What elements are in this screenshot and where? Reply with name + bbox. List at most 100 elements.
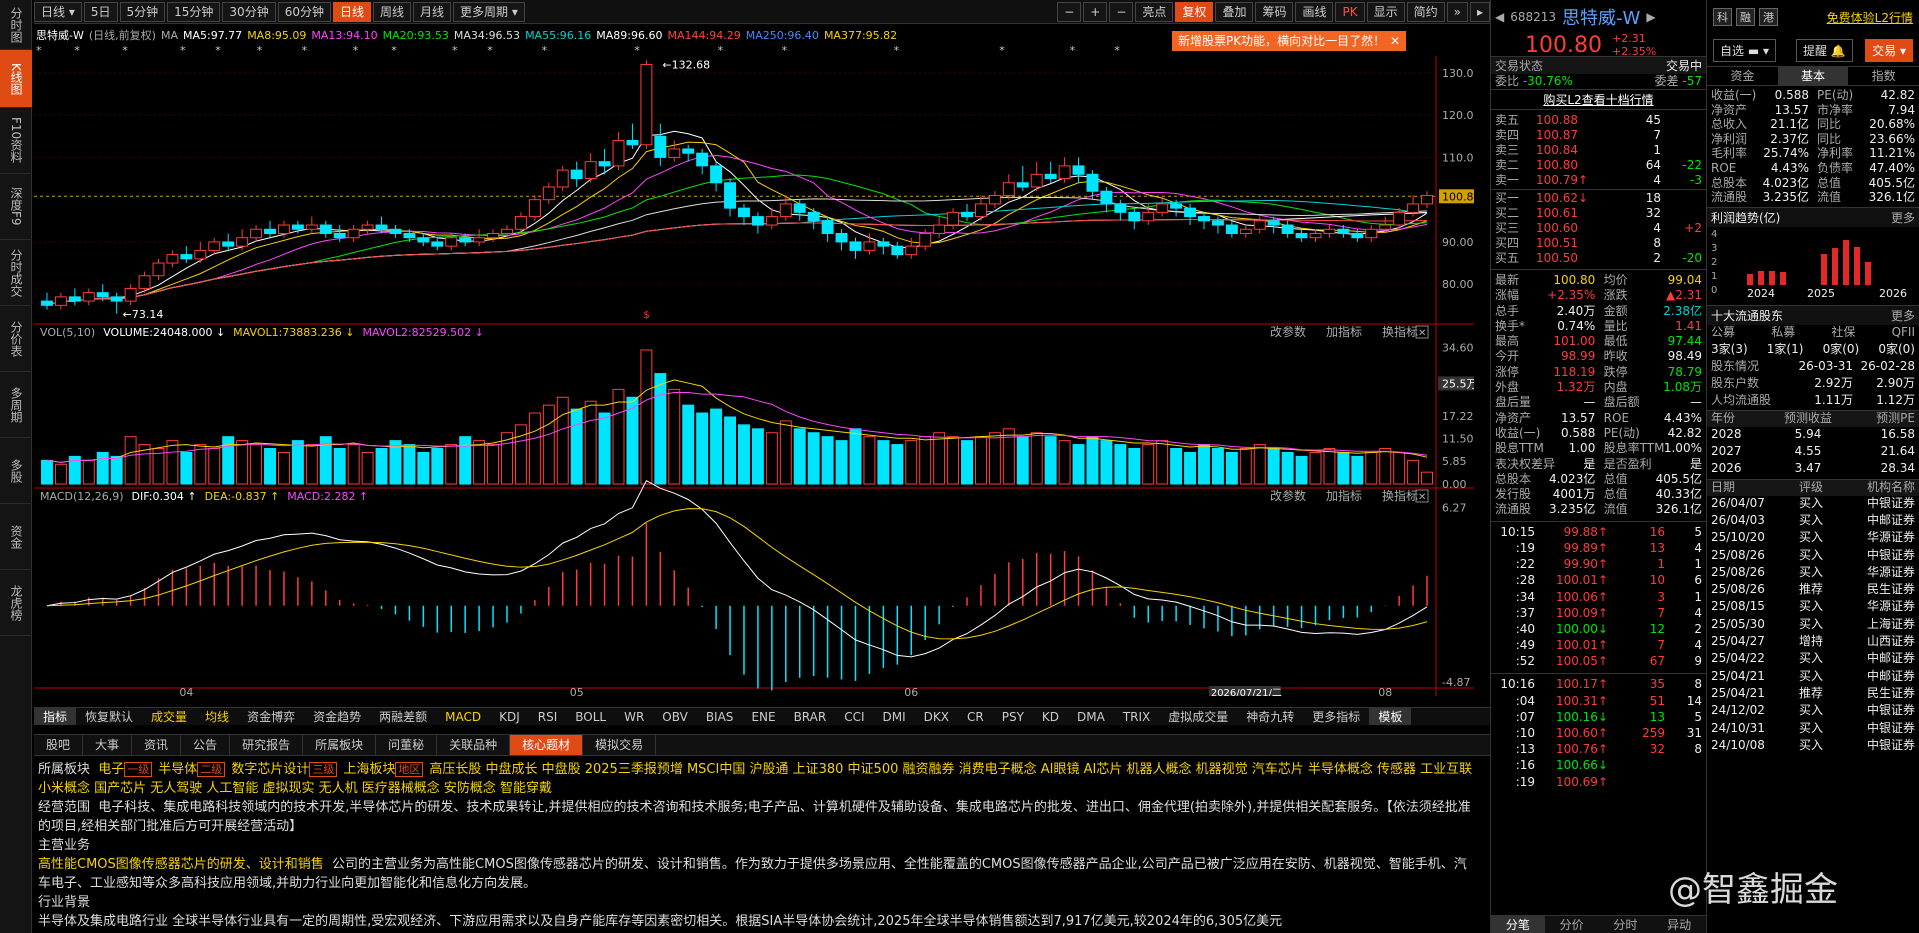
- ind-tab-12[interactable]: OBV: [653, 710, 697, 724]
- simple-button[interactable]: 简约: [1406, 1, 1445, 22]
- kline-chart[interactable]: 130.00 120.00 110.00 100.80 90.00 80.00 ←132.6…: [34, 56, 1481, 699]
- info-tab-8[interactable]: 核心题材: [510, 735, 584, 755]
- nav-0[interactable]: 分时图: [0, 0, 32, 50]
- vol-panel-buttons[interactable]: 改参数 加指标 换指标 ✕: [1270, 324, 1429, 339]
- buy-l2-link[interactable]: 购买L2查看十档行情: [1491, 89, 1706, 109]
- ind-tab-0[interactable]: 指标: [34, 708, 77, 725]
- ind-tab-9[interactable]: RSI: [529, 710, 567, 724]
- trade-button[interactable]: 交易 ▾: [1865, 38, 1913, 62]
- panel-btn[interactable]: 换指标: [1382, 488, 1418, 503]
- period-5min[interactable]: 5分钟: [119, 1, 166, 22]
- info-tab-9[interactable]: 模拟交易: [583, 735, 657, 755]
- info-tab-2[interactable]: 资讯: [132, 735, 182, 755]
- pk-tip-banner[interactable]: 新增股票PK功能，横向对比一目了然！ ✕: [1172, 31, 1406, 51]
- ind-tab-11[interactable]: WR: [615, 710, 653, 724]
- collapse-icon[interactable]: ▸: [1469, 1, 1490, 22]
- panel-btn[interactable]: 换指标: [1382, 324, 1418, 339]
- close-icon[interactable]: ✕: [1390, 31, 1400, 51]
- period-week[interactable]: 周线: [373, 1, 412, 22]
- ind-tab-2[interactable]: 成交量: [142, 708, 196, 725]
- ind-tab-24[interactable]: 虚拟成交量: [1159, 708, 1237, 725]
- ind-tab-4[interactable]: 资金博弈: [238, 708, 304, 725]
- overlay-button[interactable]: 叠加: [1215, 1, 1254, 22]
- badge-1[interactable]: 融: [1736, 8, 1755, 26]
- panel-btn[interactable]: 改参数: [1270, 324, 1306, 339]
- sector-name[interactable]: 数字芯片设计: [231, 762, 309, 777]
- period-day[interactable]: 日线: [332, 1, 371, 22]
- tick-tab-2[interactable]: 分时: [1599, 916, 1653, 933]
- nav-2[interactable]: F10资料: [0, 108, 32, 174]
- zoom-out-icon[interactable]: −: [1057, 1, 1082, 22]
- ind-tab-5[interactable]: 资金趋势: [304, 708, 370, 725]
- ind-tab-25[interactable]: 神奇九转: [1237, 708, 1303, 725]
- ind-tab-21[interactable]: KD: [1033, 710, 1068, 724]
- nav-6[interactable]: 多周期: [0, 372, 32, 438]
- ind-tab-27[interactable]: 模板: [1369, 708, 1412, 725]
- ind-tab-14[interactable]: ENE: [742, 710, 784, 724]
- ind-tab-3[interactable]: 均线: [196, 708, 238, 725]
- l2-trial-link[interactable]: 免费体验L2行情: [1827, 9, 1913, 26]
- period-select[interactable]: 日线 ▾: [34, 1, 82, 22]
- badge-0[interactable]: 科: [1713, 8, 1732, 26]
- nav-4[interactable]: 分时成交: [0, 240, 32, 306]
- macd-panel-buttons[interactable]: 改参数 加指标 换指标 ✕: [1270, 488, 1429, 503]
- ind-tab-16[interactable]: CCI: [835, 710, 873, 724]
- ind-tab-17[interactable]: DMI: [874, 710, 915, 724]
- period-60min[interactable]: 60分钟: [277, 1, 331, 22]
- highlight-button[interactable]: 亮点: [1135, 1, 1174, 22]
- panel-btn[interactable]: 加指标: [1326, 488, 1362, 503]
- period-15min[interactable]: 15分钟: [167, 1, 221, 22]
- minus-icon[interactable]: −: [1109, 1, 1134, 22]
- chips-button[interactable]: 筹码: [1255, 1, 1294, 22]
- pk-button[interactable]: PK: [1335, 1, 1365, 22]
- info-tab-7[interactable]: 关联品种: [437, 735, 511, 755]
- info-tab-5[interactable]: 所属板块: [303, 735, 377, 755]
- ind-tab-7[interactable]: MACD: [436, 710, 490, 724]
- rp2-tab-0[interactable]: 资金: [1707, 67, 1778, 85]
- ind-tab-6[interactable]: 两融差额: [370, 708, 436, 725]
- rp2-tab-2[interactable]: 指数: [1848, 67, 1919, 85]
- ind-tab-15[interactable]: BRAR: [785, 710, 836, 724]
- nav-5[interactable]: 分价表: [0, 306, 32, 372]
- sector-name[interactable]: 电子: [98, 762, 124, 777]
- alert-button[interactable]: 提醒 🔔: [1796, 38, 1853, 62]
- info-tab-0[interactable]: 股吧: [34, 735, 84, 755]
- period-30min[interactable]: 30分钟: [222, 1, 276, 22]
- ind-tab-10[interactable]: BOLL: [566, 710, 615, 724]
- badge-2[interactable]: 港: [1759, 8, 1778, 26]
- ind-tab-8[interactable]: KDJ: [490, 710, 529, 724]
- info-tab-4[interactable]: 研究报告: [230, 735, 304, 755]
- tick-tab-1[interactable]: 分价: [1545, 916, 1599, 933]
- ind-tab-23[interactable]: TRIX: [1114, 710, 1159, 724]
- ind-tab-22[interactable]: DMA: [1068, 710, 1114, 724]
- nav-9[interactable]: 龙虎榜: [0, 570, 32, 636]
- ind-tab-1[interactable]: 恢复默认: [76, 708, 142, 725]
- ind-tab-19[interactable]: CR: [958, 710, 993, 724]
- prev-icon[interactable]: ◀: [1495, 10, 1504, 24]
- info-tab-1[interactable]: 大事: [83, 735, 133, 755]
- info-tab-6[interactable]: 问董秘: [376, 735, 438, 755]
- sector-name[interactable]: 半导体: [158, 762, 197, 777]
- ind-tab-18[interactable]: DKX: [915, 710, 958, 724]
- period-more[interactable]: 更多周期 ▾: [453, 1, 525, 22]
- adjust-button[interactable]: 复权: [1175, 1, 1214, 22]
- tick-tab-3[interactable]: 异动: [1652, 916, 1706, 933]
- period-month[interactable]: 月线: [413, 1, 452, 22]
- nav-8[interactable]: 资金: [0, 504, 32, 570]
- panel-btn[interactable]: 加指标: [1326, 324, 1362, 339]
- expand-icon[interactable]: »: [1446, 1, 1468, 22]
- tick-tab-0[interactable]: 分笔: [1491, 916, 1545, 933]
- more-link[interactable]: 更多: [1891, 306, 1915, 325]
- ind-tab-26[interactable]: 更多指标: [1303, 708, 1369, 725]
- sector-name[interactable]: 上海板块: [343, 762, 395, 777]
- next-icon[interactable]: ▶: [1646, 10, 1655, 24]
- period-5day[interactable]: 5日: [83, 1, 118, 22]
- info-tab-3[interactable]: 公告: [181, 735, 231, 755]
- panel-btn[interactable]: 改参数: [1270, 488, 1306, 503]
- more-link[interactable]: 更多: [1891, 208, 1915, 227]
- nav-3[interactable]: 深度F9: [0, 174, 32, 240]
- ind-tab-20[interactable]: PSY: [993, 710, 1033, 724]
- zoom-in-icon[interactable]: +: [1083, 1, 1108, 22]
- draw-button[interactable]: 画线: [1295, 1, 1334, 22]
- add-watch-button[interactable]: 自选 ▬ ▾: [1713, 38, 1777, 62]
